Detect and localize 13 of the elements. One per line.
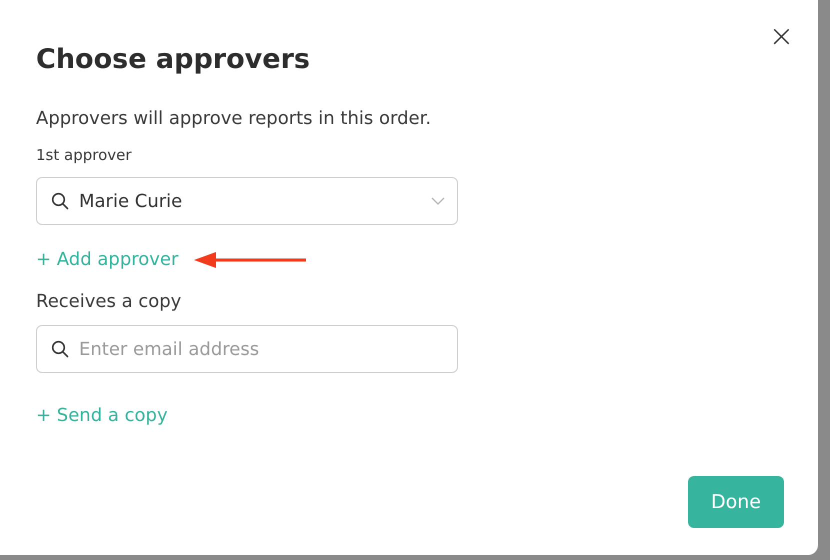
description: Approvers will approve reports in this order. [36, 108, 432, 129]
field-label: Receives a copy [36, 291, 182, 312]
send-copy-link[interactable]: + Send a copy [36, 405, 168, 426]
chevron-icon [431, 197, 445, 205]
close-button[interactable]: × [762, 20, 800, 54]
approver-select[interactable]: Marie Curie [36, 177, 458, 225]
search-icon [51, 192, 69, 210]
field-label: 1st approver [36, 146, 133, 164]
search-icon [51, 340, 69, 358]
add-approver-link[interactable]: + Add approver [36, 249, 178, 270]
dialog-title: Choose approvers [36, 44, 311, 75]
email-field[interactable]: Enter email address [36, 325, 458, 373]
done-button[interactable]: Done [688, 476, 784, 528]
